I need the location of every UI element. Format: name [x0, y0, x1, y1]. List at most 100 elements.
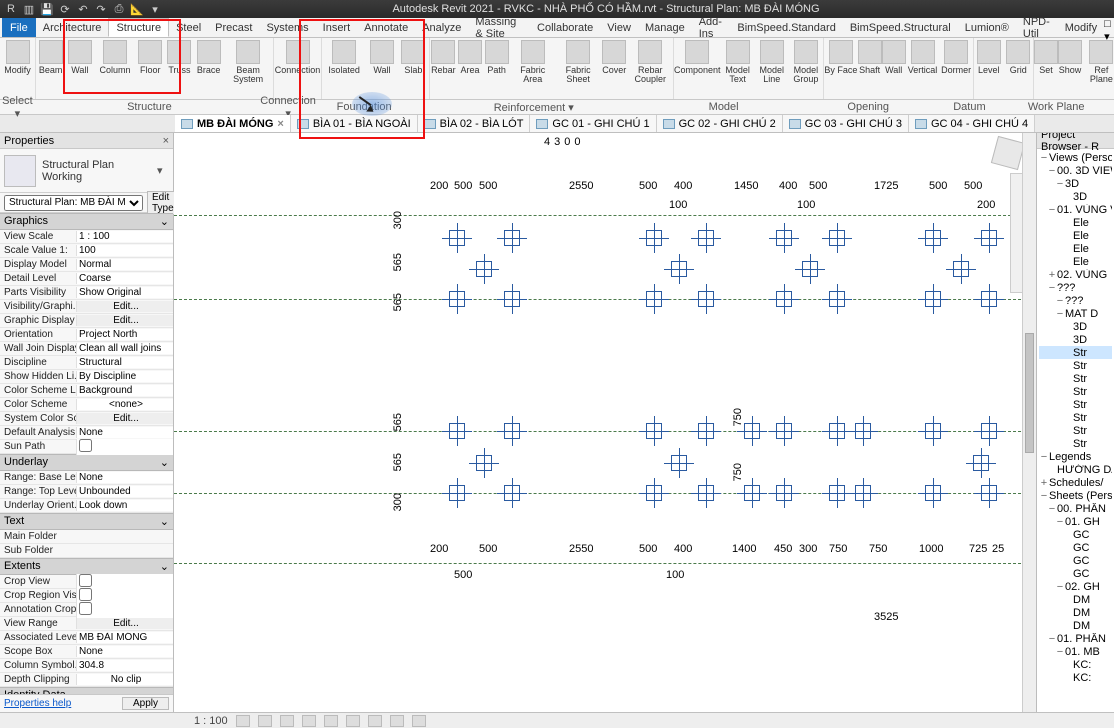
ribbon-tab-architecture[interactable]: Architecture	[36, 18, 109, 37]
column-symbol[interactable]	[925, 485, 941, 501]
tree-node[interactable]: −Legends	[1039, 450, 1112, 463]
column-symbol[interactable]	[646, 291, 662, 307]
property-value[interactable]: Coarse	[76, 273, 173, 284]
column-symbol[interactable]	[504, 423, 520, 439]
view-tab[interactable]: GC 01 - GHI CHÚ 1	[530, 115, 656, 132]
column-symbol[interactable]	[981, 423, 997, 439]
tree-node[interactable]: −01. PHẦN	[1039, 632, 1112, 645]
property-edit-button[interactable]: Edit...	[76, 413, 173, 424]
column-symbol[interactable]	[449, 485, 465, 501]
slab-button[interactable]: Slab	[398, 38, 429, 99]
instance-selector[interactable]: Structural Plan: MB ĐÀI M	[4, 195, 143, 211]
column-symbol[interactable]	[744, 485, 760, 501]
column-symbol[interactable]	[671, 261, 687, 277]
print-icon[interactable]: ⎙	[112, 2, 126, 16]
ribbon-tab-add-ins[interactable]: Add-Ins	[692, 18, 731, 37]
modify-button[interactable]: Modify	[0, 38, 35, 99]
column-symbol[interactable]	[698, 291, 714, 307]
sync-icon[interactable]: ⟳	[58, 2, 72, 16]
view-tab[interactable]: GC 02 - GHI CHÚ 2	[657, 115, 783, 132]
property-value[interactable]: 100	[76, 245, 173, 256]
fabric-area-button[interactable]: Fabric Area	[510, 38, 555, 99]
property-value[interactable]: 1 : 100	[76, 231, 173, 242]
dropdown-icon[interactable]: ▾	[148, 2, 162, 16]
status-icon[interactable]	[412, 715, 426, 727]
column-symbol[interactable]	[744, 423, 760, 439]
status-icon[interactable]	[368, 715, 382, 727]
area-button[interactable]: Area	[457, 38, 484, 99]
beam-button[interactable]: Beam	[36, 38, 65, 99]
show-button[interactable]: Show	[1058, 38, 1082, 99]
tree-node[interactable]: −MAT D	[1039, 307, 1112, 320]
grid-button[interactable]: Grid	[1004, 38, 1034, 99]
ribbon-collapse[interactable]: □ ▾	[1104, 18, 1114, 37]
tree-twisty-icon[interactable]: −	[1047, 165, 1057, 177]
property-value[interactable]: Unbounded	[76, 486, 173, 497]
tree-node[interactable]: Ele	[1039, 229, 1112, 242]
component-button[interactable]: Component	[674, 38, 721, 99]
apply-button[interactable]: Apply	[122, 697, 169, 710]
truss-button[interactable]: Truss	[165, 38, 194, 99]
column-symbol[interactable]	[829, 423, 845, 439]
model-text-button[interactable]: Model Text	[721, 38, 755, 99]
property-value[interactable]: Show Original	[76, 287, 173, 298]
connection-button[interactable]: Connection	[274, 38, 321, 99]
status-icon[interactable]	[258, 715, 272, 727]
column-symbol[interactable]	[449, 230, 465, 246]
ribbon-tab-manage[interactable]: Manage	[638, 18, 692, 37]
property-value[interactable]: Look down	[76, 500, 173, 511]
column-symbol[interactable]	[925, 423, 941, 439]
tree-node[interactable]: Str	[1039, 346, 1112, 359]
ribbon-tab-structure[interactable]: Structure	[108, 18, 169, 37]
tree-node[interactable]: GC	[1039, 541, 1112, 554]
tree-node[interactable]: HƯỚNG DẪ	[1039, 463, 1112, 476]
level-button[interactable]: Level	[974, 38, 1004, 99]
rebar-coupler-button[interactable]: Rebar Coupler	[628, 38, 673, 99]
tree-node[interactable]: KC:	[1039, 671, 1112, 684]
status-icon[interactable]	[236, 715, 250, 727]
ribbon-tab-npd-util[interactable]: NPD-Util	[1016, 18, 1058, 37]
property-checkbox[interactable]	[79, 602, 92, 615]
ribbon-tab-view[interactable]: View	[600, 18, 638, 37]
file-tab[interactable]: File	[2, 18, 36, 37]
property-value[interactable]: Project North	[76, 329, 173, 340]
column-button[interactable]: Column	[94, 38, 135, 99]
tree-node[interactable]: +Schedules/	[1039, 476, 1112, 489]
tree-node[interactable]: DM	[1039, 593, 1112, 606]
close-icon[interactable]: ×	[277, 118, 283, 130]
property-edit-button[interactable]: Edit...	[76, 618, 173, 629]
undo-icon[interactable]: ↶	[76, 2, 90, 16]
column-symbol[interactable]	[925, 291, 941, 307]
property-value[interactable]: Structural	[76, 357, 173, 368]
tree-twisty-icon[interactable]: −	[1055, 581, 1065, 593]
property-checkbox[interactable]	[79, 588, 92, 601]
property-value[interactable]: 304.8	[76, 660, 173, 671]
column-symbol[interactable]	[504, 230, 520, 246]
wall-button[interactable]: Wall	[882, 38, 906, 99]
ribbon-tab-precast[interactable]: Precast	[208, 18, 259, 37]
tree-node[interactable]: −01. GH	[1039, 515, 1112, 528]
property-value[interactable]: By Discipline	[76, 371, 173, 382]
status-icon[interactable]	[390, 715, 404, 727]
tree-node[interactable]: Ele	[1039, 242, 1112, 255]
status-icon[interactable]	[302, 715, 316, 727]
scrollbar-thumb[interactable]	[1025, 333, 1034, 453]
property-value[interactable]: None	[76, 646, 173, 657]
ref-plane-button[interactable]: Ref Plane	[1082, 38, 1114, 99]
path-button[interactable]: Path	[483, 38, 510, 99]
property-group-header[interactable]: Text⌄	[0, 513, 173, 530]
ribbon-tab-annotate[interactable]: Annotate	[357, 18, 415, 37]
column-symbol[interactable]	[802, 261, 818, 277]
close-icon[interactable]: ×	[163, 135, 169, 147]
tree-node[interactable]: 3D	[1039, 333, 1112, 346]
floor-button[interactable]: Floor	[136, 38, 165, 99]
cover-button[interactable]: Cover	[601, 38, 628, 99]
tree-node[interactable]: −3D	[1039, 177, 1112, 190]
property-value[interactable]: Background	[76, 385, 173, 396]
tree-node[interactable]: DM	[1039, 606, 1112, 619]
fabric-sheet-button[interactable]: Fabric Sheet	[555, 38, 600, 99]
view-cube[interactable]	[991, 136, 1025, 170]
tree-node[interactable]: −01. VÙNG VIE	[1039, 203, 1112, 216]
column-symbol[interactable]	[776, 423, 792, 439]
app-logo-icon[interactable]: R	[4, 2, 18, 16]
